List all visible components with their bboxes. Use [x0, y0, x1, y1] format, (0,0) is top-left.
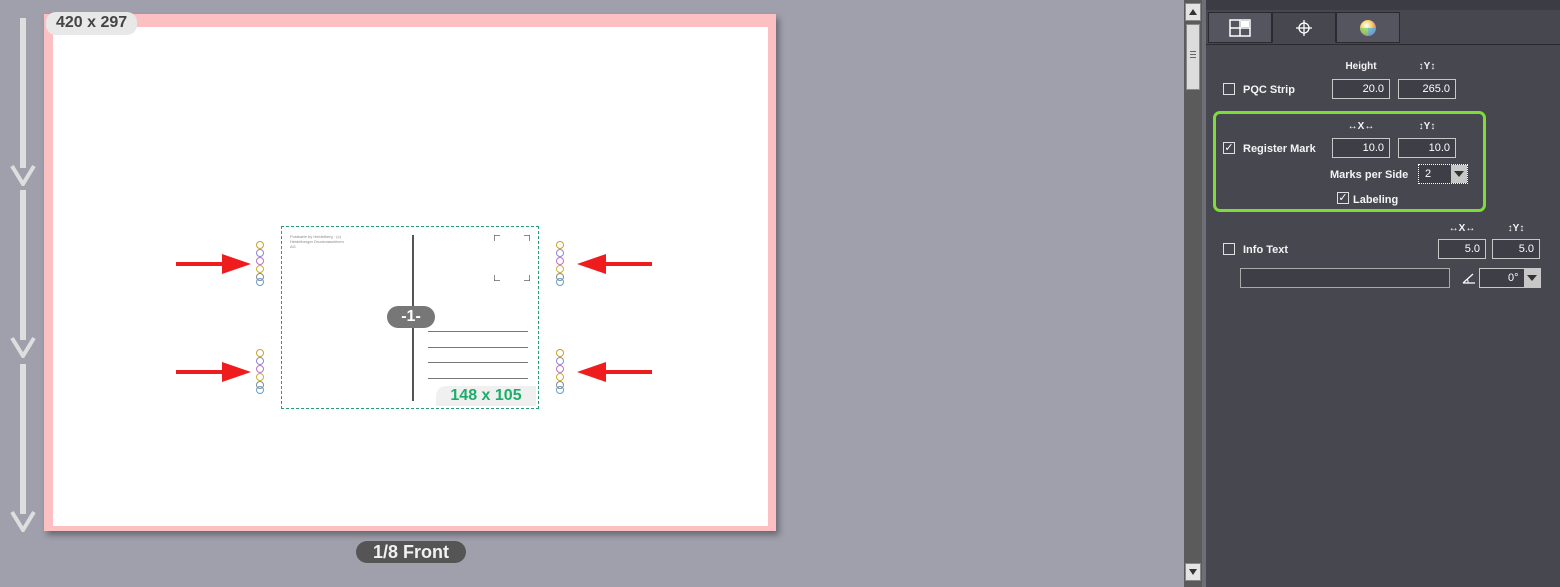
register-mark-icon — [256, 349, 264, 394]
canvas-area[interactable]: 420 x 297 Postkarte by Heidelberg · (c) … — [0, 0, 1184, 587]
chevron-down-icon — [1451, 165, 1467, 183]
sheet-size-badge: 420 x 297 — [46, 12, 138, 35]
rail-down-arrow-icon — [10, 18, 36, 186]
marks-per-side-value: 2 — [1425, 168, 1432, 180]
labeling-checkbox[interactable]: ✓ — [1337, 192, 1349, 204]
x-header: ↔X↔ — [1448, 223, 1476, 234]
rail-down-arrow-icon — [10, 364, 36, 532]
register-mark-checkbox[interactable]: ✓ — [1223, 142, 1235, 154]
red-arrow-left-icon — [577, 254, 652, 274]
marks-per-side-select[interactable]: 2 — [1418, 164, 1468, 184]
tab-marks[interactable] — [1272, 12, 1336, 43]
height-header: Height — [1345, 61, 1377, 72]
labeling-label: Labeling — [1353, 194, 1399, 206]
address-line — [428, 331, 528, 332]
panel-tabs — [1206, 12, 1560, 45]
tab-layout[interactable] — [1208, 12, 1272, 43]
register-mark-label: Register Mark — [1243, 143, 1316, 155]
register-mark-icon — [556, 241, 564, 286]
scroll-up-button[interactable] — [1185, 3, 1201, 21]
address-line — [428, 347, 528, 348]
info-text-x-input[interactable]: 5.0 — [1438, 239, 1486, 259]
info-text-checkbox[interactable] — [1223, 243, 1235, 255]
layout-grid-icon — [1229, 18, 1251, 37]
triangle-down-icon — [1189, 569, 1197, 575]
pqc-y-input[interactable]: 265.0 — [1398, 79, 1456, 99]
pqc-strip-label: PQC Strip — [1243, 84, 1295, 96]
crosshair-icon — [1296, 19, 1312, 36]
angle-value: 0° — [1508, 272, 1519, 284]
pqc-height-input[interactable]: 20.0 — [1332, 79, 1390, 99]
red-arrow-right-icon — [176, 254, 251, 274]
triangle-up-icon — [1189, 9, 1197, 15]
register-x-input[interactable]: 10.0 — [1332, 138, 1390, 158]
pqc-strip-checkbox[interactable] — [1223, 83, 1235, 95]
info-text-input[interactable] — [1240, 268, 1450, 288]
info-text-label: Info Text — [1243, 244, 1289, 256]
panel-top-bar — [1206, 0, 1560, 10]
register-y-input[interactable]: 10.0 — [1398, 138, 1456, 158]
marks-settings-panel: Height ↕Y↕ PQC Strip 20.0 265.0 ↔X↔ ↕Y↕ … — [1206, 0, 1560, 587]
postcard-size-badge: 148 x 105 — [436, 386, 536, 406]
angle-select[interactable]: 0° — [1479, 268, 1541, 288]
y-header: ↕Y↕ — [1418, 121, 1436, 132]
tab-color[interactable] — [1336, 12, 1400, 43]
postcard-fine-print: Postkarte by Heidelberg · (c) Heidelberg… — [290, 234, 344, 249]
y-header: ↕Y↕ — [1507, 223, 1525, 234]
scroll-down-button[interactable] — [1185, 563, 1201, 581]
info-text-y-input[interactable]: 5.0 — [1492, 239, 1540, 259]
rail-down-arrow-icon — [10, 190, 36, 358]
red-arrow-left-icon — [577, 362, 652, 382]
register-mark-icon — [556, 349, 564, 394]
color-wheel-icon — [1360, 19, 1376, 36]
address-line — [428, 362, 528, 363]
postcard-layout[interactable]: Postkarte by Heidelberg · (c) Heidelberg… — [281, 226, 539, 409]
angle-icon — [1462, 273, 1475, 284]
stamp-box-corners — [494, 235, 530, 281]
x-header: ↔X↔ — [1347, 121, 1375, 132]
register-mark-icon — [256, 241, 264, 286]
y-header: ↕Y↕ — [1418, 61, 1436, 72]
chevron-down-icon — [1524, 269, 1540, 287]
page-indicator-badge: 1/8 Front — [356, 541, 466, 563]
postcard-number-badge: -1- — [387, 306, 435, 328]
grip-icon — [1190, 51, 1196, 58]
red-arrow-right-icon — [176, 362, 251, 382]
marks-per-side-label: Marks per Side — [1330, 169, 1409, 181]
scroll-thumb[interactable] — [1186, 24, 1200, 90]
address-line — [428, 378, 528, 379]
vertical-scrollbar[interactable] — [1184, 0, 1202, 587]
